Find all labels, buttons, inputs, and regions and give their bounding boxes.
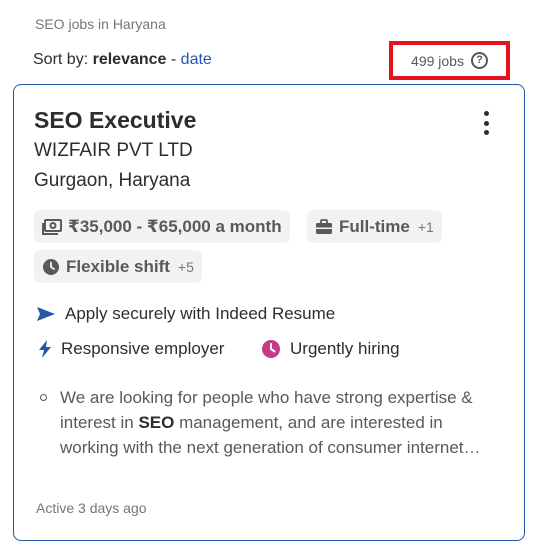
active-date: Active 3 days ago [36, 500, 147, 516]
shift-text: Flexible shift [66, 256, 170, 276]
apply-feature: Apply securely with Indeed Resume [36, 304, 335, 324]
sort-label: Sort by: [33, 51, 89, 68]
job-type-chip: Full-time +1 [307, 210, 442, 243]
job-location: Gurgaon, Haryana [34, 170, 191, 191]
job-type-extra: +1 [417, 218, 434, 235]
urgent-text: Urgently hiring [290, 339, 400, 358]
job-snippet: We are looking for people who have stron… [40, 385, 490, 460]
clock-icon [42, 258, 60, 276]
briefcase-icon [315, 218, 333, 235]
send-arrow-icon [36, 306, 56, 322]
sort-separator: - [170, 51, 177, 68]
responsive-feature: Responsive employer [38, 339, 224, 359]
lightning-icon [38, 339, 52, 359]
job-card[interactable]: SEO Executive WIZFAIR PVT LTD Gurgaon, H… [13, 84, 525, 541]
sort-relevance: relevance [92, 51, 167, 68]
salary-chip: ₹35,000 - ₹65,000 a month [34, 210, 290, 243]
responsive-text: Responsive employer [61, 339, 225, 358]
job-title[interactable]: SEO Executive [34, 107, 196, 134]
urgent-clock-icon [261, 339, 281, 359]
job-count-text: 499 jobs [411, 52, 464, 69]
job-count: 499 jobs ? [389, 41, 510, 80]
job-type-text: Full-time [339, 216, 410, 236]
shift-chip: Flexible shift +5 [34, 250, 202, 283]
apply-text: Apply securely with Indeed Resume [65, 304, 336, 323]
money-icon [42, 218, 62, 235]
question-circle-icon[interactable]: ? [470, 52, 488, 69]
company-name: WIZFAIR PVT LTD [34, 140, 193, 161]
salary-text: ₹35,000 - ₹65,000 a month [68, 216, 282, 236]
bullet-icon [40, 394, 47, 401]
snippet-keyword: SEO [138, 413, 175, 432]
kebab-menu-icon[interactable] [480, 111, 492, 135]
shift-extra: +5 [177, 258, 194, 275]
sort-row: Sort by: relevance - date [33, 51, 212, 69]
urgent-feature: Urgently hiring [261, 339, 400, 359]
snippet-text: We are looking for people who have stron… [60, 388, 481, 457]
breadcrumb: SEO jobs in Haryana [35, 16, 166, 32]
sort-date-link[interactable]: date [181, 51, 212, 68]
